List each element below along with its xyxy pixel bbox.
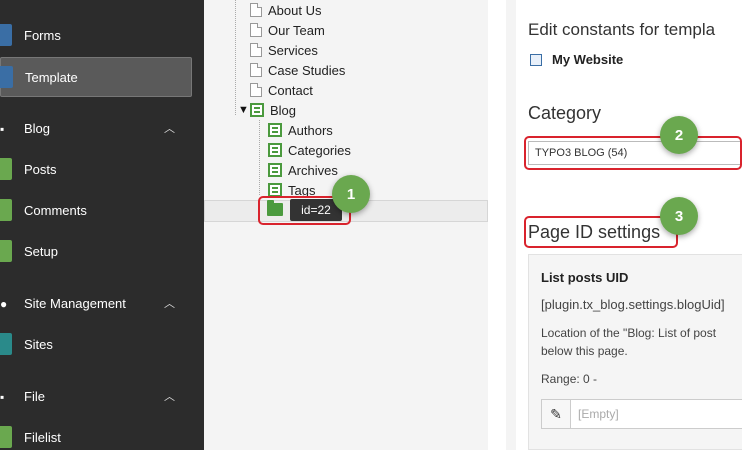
constant-value-input[interactable]: [Empty] — [578, 407, 619, 421]
file-icon: ▪ — [0, 390, 5, 404]
sidebar-item-label: Filelist — [24, 429, 61, 445]
tree-node-label: Archives — [288, 162, 338, 178]
page-icon — [250, 63, 262, 77]
sidebar-item-label: Forms — [24, 27, 61, 43]
expand-triangle-icon[interactable]: ▼ — [238, 104, 250, 116]
page-icon — [250, 43, 262, 57]
page-title: Edit constants for templa — [528, 20, 716, 39]
globe-icon: ● — [0, 297, 8, 311]
blog-icon: ▪ — [0, 122, 5, 136]
sidebar-item-posts[interactable]: Posts — [0, 149, 192, 189]
module-sidebar: Forms Template ▪ Blog ︿ Posts Comments S… — [0, 0, 204, 450]
sidebar-item-forms[interactable]: Forms — [0, 15, 192, 55]
chevron-up-icon[interactable]: ︿ — [164, 388, 175, 404]
sidebar-section-label: File — [24, 388, 45, 404]
page-icon — [250, 83, 262, 97]
sidebar-item-label: Setup — [24, 243, 58, 259]
sites-icon — [0, 333, 12, 355]
forms-icon — [0, 24, 12, 46]
category-heading: Category — [528, 103, 602, 123]
edit-pencil-button[interactable]: ✎ — [542, 400, 571, 428]
sidebar-item-label: Posts — [24, 161, 57, 177]
annotation-badge-3: 3 — [660, 197, 698, 235]
constant-key: [plugin.tx_blog.settings.blogUid] — [541, 297, 725, 312]
chevron-up-icon[interactable]: ︿ — [164, 295, 175, 311]
sidebar-section-file[interactable]: ▪ File ︿ — [0, 381, 192, 411]
sidebar-section-site-management[interactable]: ● Site Management ︿ — [0, 288, 192, 318]
sidebar-item-setup[interactable]: Setup — [0, 231, 192, 271]
blog-folder-icon — [250, 103, 264, 117]
comments-icon — [0, 199, 12, 221]
template-icon — [0, 66, 13, 88]
tree-node-label: Categories — [288, 142, 351, 158]
sidebar-section-label: Blog — [24, 120, 51, 136]
tree-node-label: Services — [268, 42, 318, 58]
constant-description: below this page. — [541, 344, 628, 358]
tree-guide-line — [235, 0, 236, 115]
page-icon — [250, 3, 262, 17]
folder-icon — [268, 163, 282, 177]
tree-node-categories[interactable]: Categories — [268, 140, 351, 160]
constant-input-group: ✎ [Empty] — [541, 399, 742, 429]
site-indicator: My Website — [530, 52, 623, 67]
chevron-up-icon[interactable]: ︿ — [164, 120, 175, 136]
annotation-box-2 — [524, 136, 742, 170]
sidebar-item-template[interactable]: Template — [0, 57, 192, 97]
tree-node-authors[interactable]: Authors — [268, 120, 333, 140]
folder-icon — [268, 183, 282, 197]
tree-guide-line — [259, 120, 260, 195]
annotation-badge-2: 2 — [660, 116, 698, 154]
sidebar-item-label: Template — [25, 69, 78, 85]
tree-node-our-team[interactable]: Our Team — [250, 20, 325, 40]
constant-description: Location of the "Blog: List of post — [541, 326, 717, 340]
tree-node-case-studies[interactable]: Case Studies — [250, 60, 345, 80]
tree-node-label: Case Studies — [268, 62, 346, 78]
website-icon — [530, 53, 542, 66]
sidebar-section-label: Site Management — [24, 295, 126, 311]
tree-node-label: Authors — [288, 122, 333, 138]
tree-node-blog[interactable]: ▼ Blog — [238, 100, 296, 120]
sidebar-item-sites[interactable]: Sites — [0, 324, 192, 364]
filelist-icon — [0, 426, 12, 448]
pencil-icon: ✎ — [550, 405, 562, 422]
annotation-badge-1: 1 — [332, 175, 370, 213]
tree-node-label: Contact — [268, 82, 313, 98]
tree-node-label: Blog — [270, 102, 297, 118]
posts-icon — [0, 158, 12, 180]
page-tree — [204, 0, 488, 450]
tree-node-about-us[interactable]: About Us — [250, 0, 321, 20]
tree-node-contact[interactable]: Contact — [250, 80, 313, 100]
sidebar-item-label: Comments — [24, 202, 87, 218]
tree-node-archives[interactable]: Archives — [268, 160, 338, 180]
folder-icon — [268, 123, 282, 137]
tree-node-label: About Us — [268, 2, 322, 18]
sidebar-section-blog[interactable]: ▪ Blog ︿ — [0, 113, 192, 143]
page-icon — [250, 23, 262, 37]
setup-icon — [0, 240, 12, 262]
annotation-box-3 — [524, 216, 678, 248]
sidebar-item-label: Sites — [24, 336, 53, 352]
tree-node-label: Our Team — [268, 22, 325, 38]
site-name: My Website — [552, 52, 624, 67]
constant-range: Range: 0 - — [541, 372, 598, 386]
sidebar-item-filelist[interactable]: Filelist — [0, 417, 192, 457]
sidebar-item-comments[interactable]: Comments — [0, 190, 192, 230]
tree-node-services[interactable]: Services — [250, 40, 318, 60]
constant-title: List posts UID — [541, 270, 629, 285]
folder-icon — [268, 143, 282, 157]
